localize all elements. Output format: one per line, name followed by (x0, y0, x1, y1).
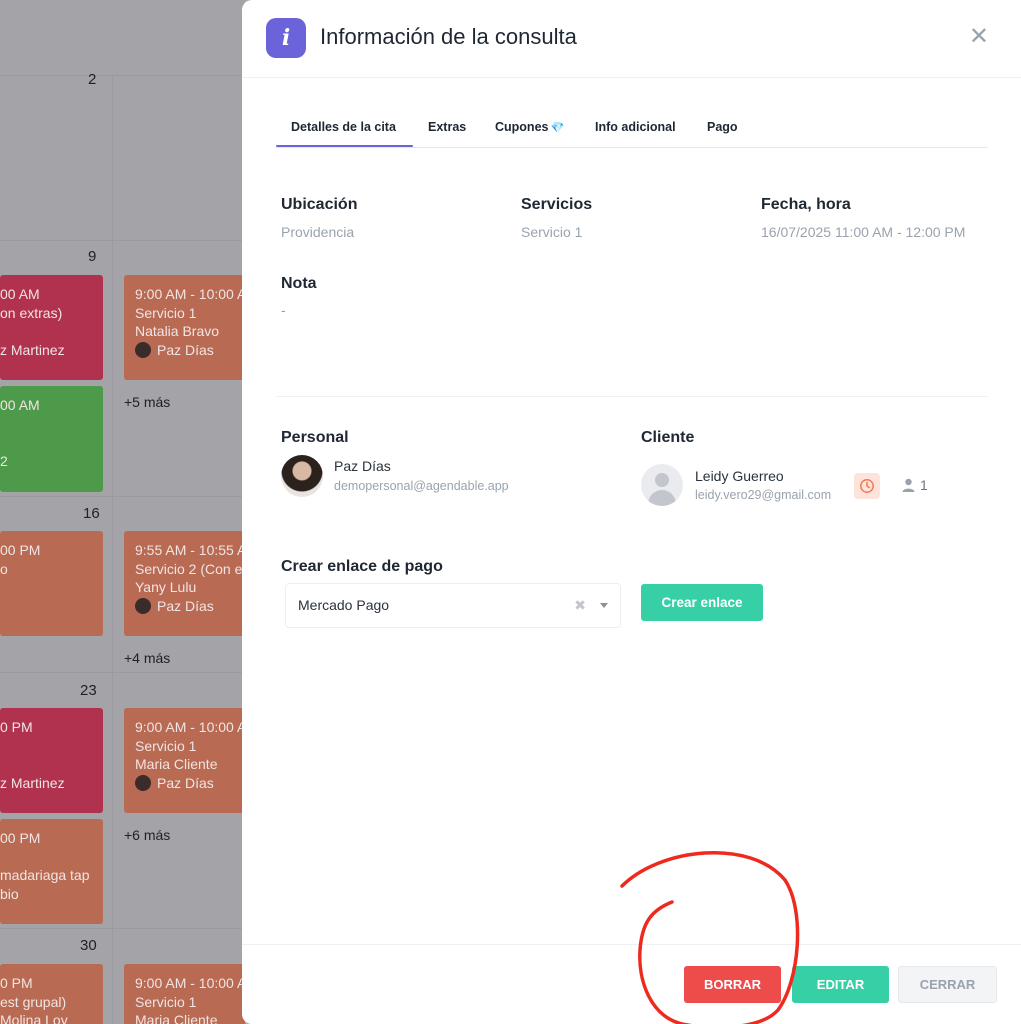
tab-extras[interactable]: Extras (428, 120, 466, 134)
calendar-event[interactable]: 00 AM 2 (0, 386, 103, 492)
staff-email: demopersonal@agendable.app (334, 479, 509, 493)
close-icon[interactable]: ✕ (969, 25, 989, 49)
datetime-value: 16/07/2025 11:00 AM - 12:00 PM (761, 224, 966, 240)
payment-provider-value: Mercado Pago (298, 597, 390, 613)
avatar (135, 774, 151, 791)
services-value: Servicio 1 (521, 224, 583, 240)
modal-title: Información de la consulta (320, 24, 577, 49)
calendar-event[interactable]: 0 PM est grupal) Molina Loy (0, 964, 103, 1024)
staff-avatar (281, 455, 323, 497)
chevron-down-icon[interactable] (600, 603, 608, 608)
more-events-link[interactable]: +5 más (124, 394, 170, 410)
tab-additional-info[interactable]: Info adicional (595, 120, 676, 134)
modal-footer: BORRAR EDITAR CERRAR (242, 944, 1021, 1024)
tab-coupons[interactable]: Cupones 💎 (495, 120, 564, 134)
calendar-event[interactable]: 00 PM o (0, 531, 103, 636)
edit-button[interactable]: EDITAR (792, 966, 889, 1003)
calendar-event[interactable]: 9:00 AM - 10:00 A Servicio 1 Natalia Bra… (124, 275, 245, 380)
calendar-row-divider (0, 928, 245, 929)
more-events-link[interactable]: +4 más (124, 650, 170, 666)
clear-selection-icon[interactable]: ✖ (574, 597, 586, 614)
calendar-row-divider (0, 240, 245, 241)
services-label: Servicios (521, 196, 593, 213)
active-tab-indicator (276, 145, 413, 147)
calendar-row-divider (0, 75, 245, 76)
section-divider (276, 396, 988, 397)
calendar-event[interactable]: 0 PM z Martinez (0, 708, 103, 813)
tab-appointment-details[interactable]: Detalles de la cita (291, 120, 396, 134)
client-email: leidy.vero29@gmail.com (695, 488, 832, 502)
calendar-event[interactable]: 00 PM madariaga tap bio (0, 819, 103, 924)
gem-icon: 💎 (550, 122, 565, 134)
calendar-background: 2 9 16 23 30 00 AM on extras) z Martinez… (0, 0, 245, 1024)
clock-icon[interactable] (854, 473, 880, 499)
client-name: Leidy Guerreo (695, 468, 784, 484)
day-number: 16 (83, 505, 100, 522)
note-label: Nota (281, 275, 317, 292)
more-events-link[interactable]: +6 más (124, 827, 170, 843)
payment-provider-select[interactable]: Mercado Pago ✖ (285, 583, 621, 628)
payment-link-label: Crear enlace de pago (281, 558, 443, 575)
tab-payment[interactable]: Pago (707, 120, 738, 134)
day-number: 2 (88, 71, 97, 88)
modal-header: i Información de la consulta ✕ (242, 0, 1021, 78)
create-payment-link-button[interactable]: Crear enlace (641, 584, 763, 621)
calendar-row-divider (0, 496, 245, 497)
staff-name: Paz Días (334, 458, 391, 474)
calendar-event[interactable]: 9:00 AM - 10:00 A Servicio 1 Maria Clien… (124, 964, 245, 1024)
avatar (135, 341, 151, 358)
tab-bar: Detalles de la cita Extras Cupones 💎 Info… (276, 110, 988, 148)
location-value: Providencia (281, 224, 355, 240)
staff-label: Personal (281, 429, 349, 446)
client-label: Cliente (641, 429, 695, 446)
calendar-event[interactable]: 9:55 AM - 10:55 A Servicio 2 (Con e Yany… (124, 531, 245, 636)
note-value: - (281, 302, 286, 318)
day-number: 30 (80, 937, 97, 954)
day-number: 9 (88, 248, 97, 265)
datetime-label: Fecha, hora (761, 196, 851, 213)
delete-button[interactable]: BORRAR (684, 966, 781, 1003)
day-number: 23 (80, 682, 97, 699)
close-button[interactable]: CERRAR (898, 966, 997, 1003)
client-avatar (641, 464, 683, 506)
avatar (135, 597, 151, 614)
attendee-count: 1 (902, 477, 928, 493)
calendar-event[interactable]: 00 AM on extras) z Martinez (0, 275, 103, 380)
calendar-column-divider (112, 75, 113, 1024)
person-icon (902, 478, 915, 492)
appointment-info-modal: i Información de la consulta ✕ Detalles … (242, 0, 1021, 1024)
calendar-row-divider (0, 672, 245, 673)
location-label: Ubicación (281, 196, 358, 213)
calendar-event[interactable]: 9:00 AM - 10:00 A Servicio 1 Maria Clien… (124, 708, 245, 813)
info-icon: i (266, 18, 306, 58)
